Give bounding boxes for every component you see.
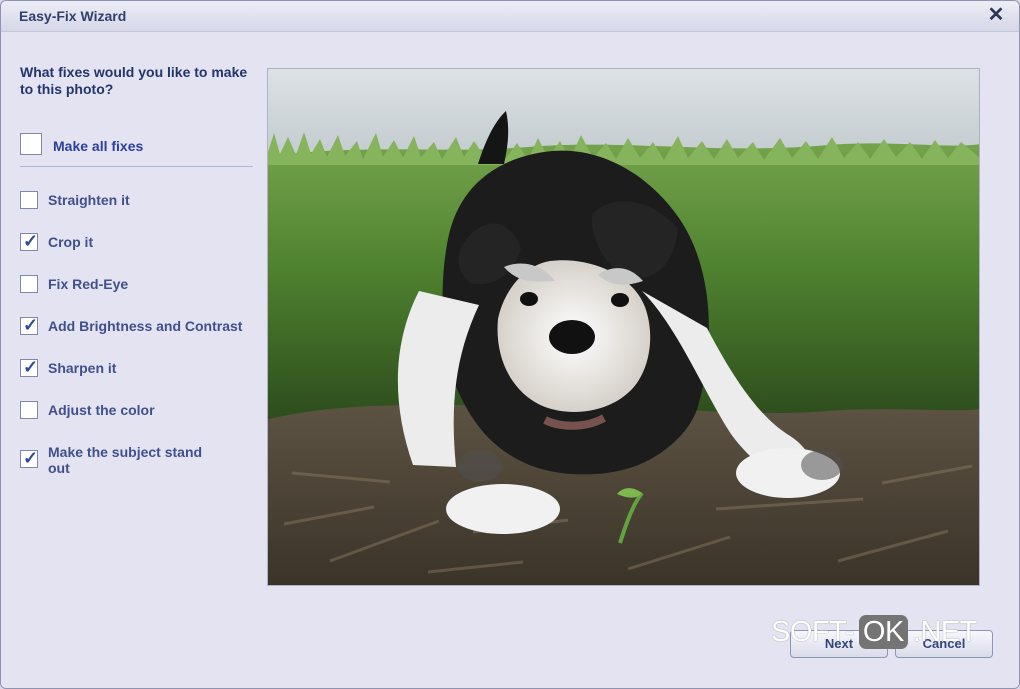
- straighten-label: Straighten it: [48, 192, 130, 208]
- checkbox-box[interactable]: ✓: [20, 231, 39, 251]
- check-mark-icon: ✓: [23, 315, 39, 335]
- checkbox-box[interactable]: [20, 191, 38, 209]
- easy-fix-wizard-window: Easy-Fix Wizard ✕ What fixes would you l…: [0, 0, 1020, 689]
- check-mark-icon: ✓: [23, 231, 39, 251]
- watermark-ok-text: OK: [858, 615, 908, 649]
- brightness-contrast-label: Add Brightness and Contrast: [48, 318, 243, 334]
- sharpen-label: Sharpen it: [48, 360, 117, 376]
- make-all-fixes-label: Make all fixes: [53, 138, 144, 154]
- check-mark-icon: ✓: [23, 448, 39, 468]
- schnauzer-photo: [268, 69, 979, 585]
- make-all-checkbox-box[interactable]: [20, 133, 42, 155]
- window-title: Easy-Fix Wizard: [19, 8, 127, 24]
- fix-question: What fixes would you like to make to thi…: [20, 64, 248, 97]
- wizard-content: What fixes would you like to make to thi…: [1, 32, 1019, 688]
- watermark: SOFT- OK .NET: [771, 615, 1019, 655]
- watermark-left-text: SOFT-: [771, 616, 854, 648]
- checkbox-box[interactable]: ✓: [20, 357, 39, 377]
- check-mark-icon: ✓: [23, 357, 39, 377]
- adjust-color-label: Adjust the color: [48, 402, 155, 418]
- subject-stand-out-label: Make the subject stand out: [48, 444, 203, 476]
- checkbox-box[interactable]: ✓: [20, 448, 39, 468]
- watermark-right-text: .NET: [912, 616, 978, 648]
- title-bar: Easy-Fix Wizard ✕: [1, 1, 1019, 32]
- checkbox-box[interactable]: [20, 401, 38, 419]
- checkbox-box[interactable]: [20, 275, 38, 293]
- crop-label: Crop it: [48, 234, 94, 250]
- checkbox-box[interactable]: ✓: [20, 315, 39, 335]
- close-icon[interactable]: ✕: [985, 4, 1007, 26]
- fix-red-eye-label: Fix Red-Eye: [48, 276, 129, 292]
- photo-preview: [267, 68, 980, 586]
- divider: [20, 166, 253, 167]
